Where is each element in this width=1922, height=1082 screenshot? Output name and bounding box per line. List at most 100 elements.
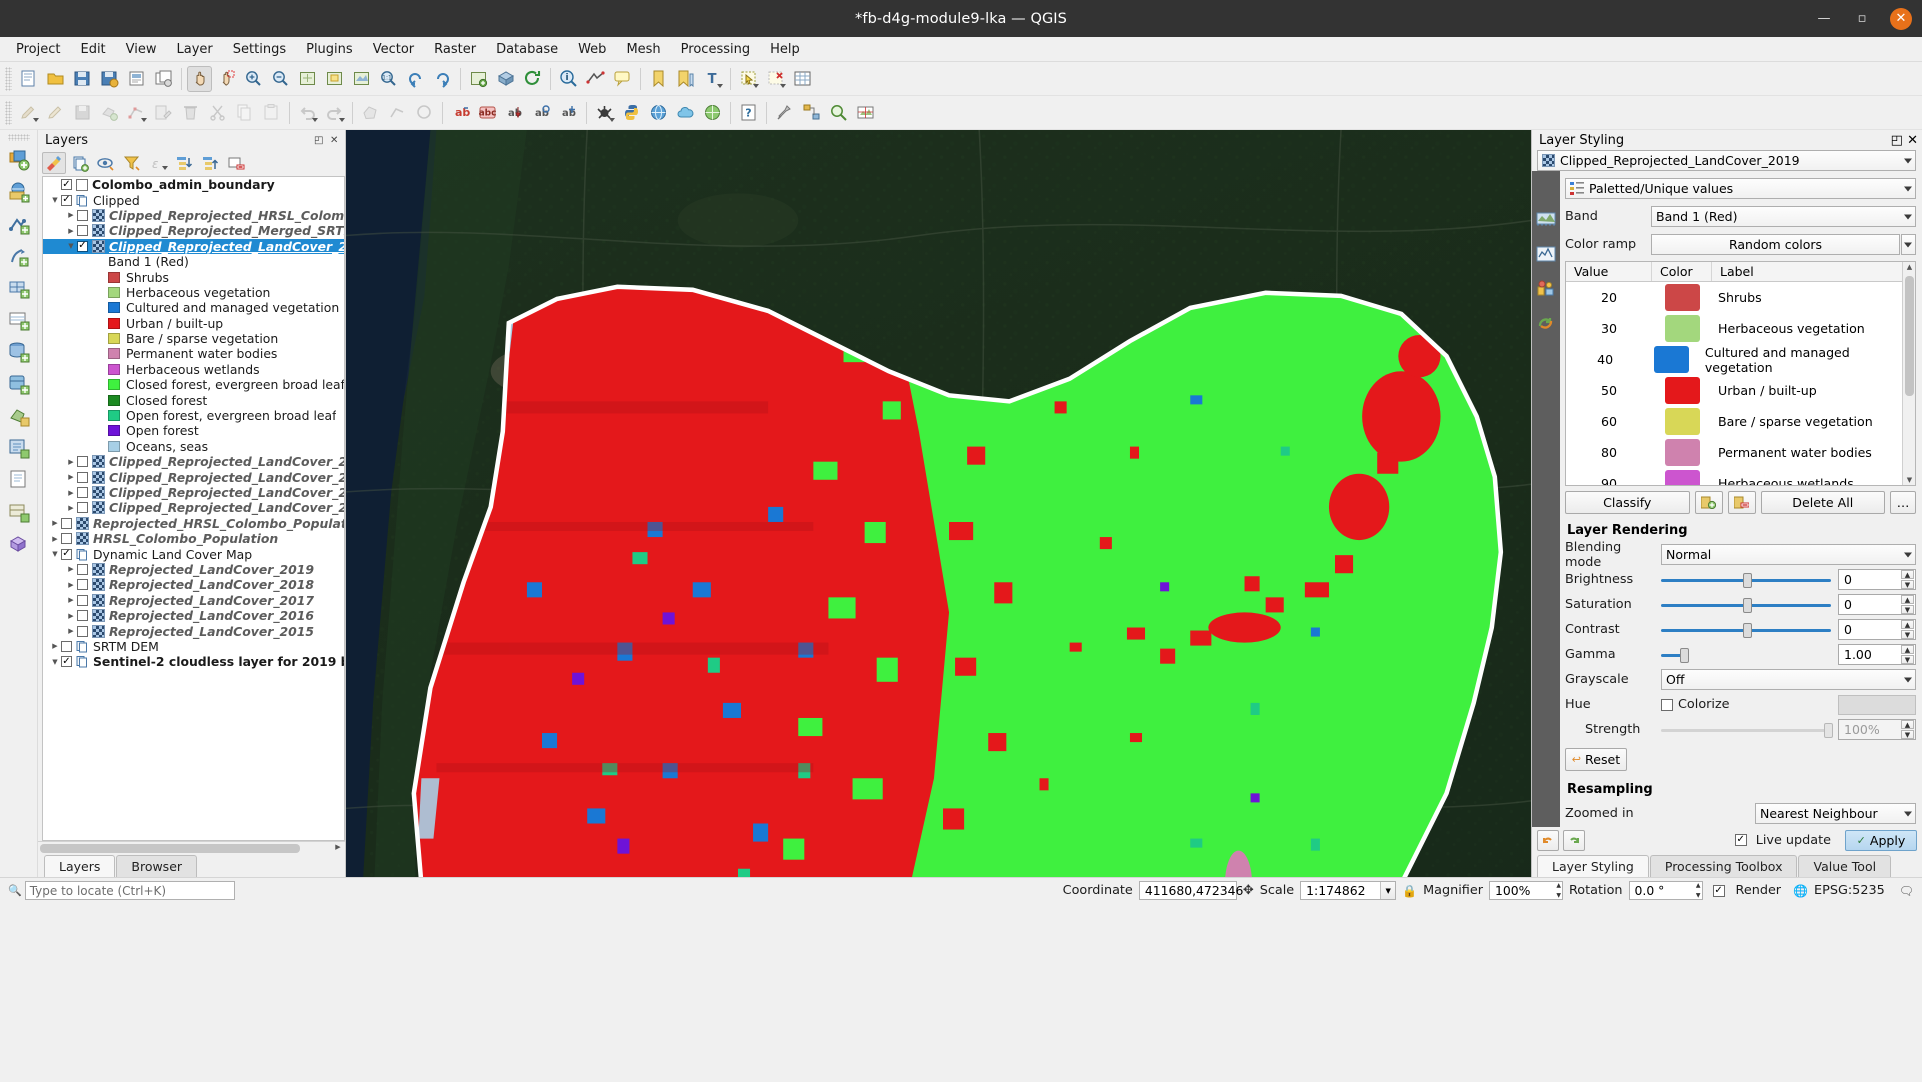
layer-tree-row[interactable]: Bare / sparse vegetation <box>43 331 344 346</box>
brightness-slider[interactable] <box>1661 571 1831 589</box>
symbology-tab-icon[interactable] <box>1535 209 1557 231</box>
pan-to-selection-icon[interactable] <box>214 66 239 92</box>
spin-down-icon[interactable]: ▼ <box>1901 655 1914 664</box>
layer-tree-row[interactable]: Clipped_Reprojected_LandCover_2015 <box>43 500 344 515</box>
new-map-view-icon[interactable] <box>466 66 491 92</box>
filter-legend-expression-icon[interactable]: ε <box>146 152 170 174</box>
layer-visibility-checkbox[interactable]: ✓ <box>61 656 72 668</box>
new-virtual-layer-icon[interactable] <box>4 497 34 527</box>
zoom-native-icon[interactable]: 1:1 <box>376 66 401 92</box>
float-panel-icon[interactable]: ◰ <box>1891 133 1903 148</box>
layer-visibility-checkbox[interactable] <box>77 625 88 637</box>
close-panel-icon[interactable]: ✕ <box>330 135 341 146</box>
class-color-cell[interactable] <box>1652 315 1712 342</box>
layer-tree-row[interactable]: ✓ Clipped_Reprojected_LandCover_2019 <box>43 238 344 254</box>
histogram-tab-icon[interactable] <box>1535 243 1557 265</box>
lock-scale-icon[interactable]: 🔒 <box>1402 884 1417 898</box>
metasearch-icon[interactable] <box>700 100 725 126</box>
highlight-labels-icon[interactable]: abc <box>475 100 500 126</box>
class-color-swatch[interactable] <box>1654 346 1690 373</box>
search-processing-icon[interactable] <box>826 100 851 126</box>
new-geopackage-layer-icon[interactable] <box>4 433 34 463</box>
expand-icon[interactable] <box>49 642 61 650</box>
map-canvas[interactable] <box>346 130 1531 877</box>
layer-tree-row[interactable]: Permanent water bodies <box>43 346 344 361</box>
strength-slider[interactable] <box>1661 721 1834 739</box>
move-label-icon[interactable]: ab <box>556 100 581 126</box>
coordinate-value[interactable]: 411680,472346 <box>1138 881 1243 900</box>
spin-up-icon[interactable]: ▲ <box>1901 620 1914 629</box>
styling-layer-combo[interactable]: Clipped_Reprojected_LandCover_2019 <box>1537 150 1916 171</box>
locate-bar[interactable]: 🔍 Type to locate (Ctrl+K) <box>8 881 235 900</box>
processing-toolbox-icon[interactable] <box>772 100 797 126</box>
layer-tree-row[interactable]: ✓ Dynamic Land Cover Map <box>43 546 344 562</box>
add-postgis-layer-icon[interactable] <box>4 337 34 367</box>
class-label[interactable]: Shrubs <box>1712 290 1762 305</box>
class-value[interactable]: 50 <box>1566 383 1652 398</box>
spin-up-icon[interactable]: ▲ <box>1901 595 1914 604</box>
layer-visibility-checkbox[interactable] <box>77 456 88 468</box>
style-undo-button[interactable] <box>1537 829 1559 851</box>
gamma-spinbox[interactable]: 1.00 ▲ ▼ <box>1838 644 1916 665</box>
show-map-tips-icon[interactable] <box>610 66 635 92</box>
class-color-swatch[interactable] <box>1664 315 1700 342</box>
toolbar-grip[interactable] <box>7 134 30 141</box>
vertex-tool-icon[interactable] <box>124 100 149 126</box>
layer-visibility-checkbox[interactable] <box>61 517 72 529</box>
add-spatialite-layer-icon[interactable] <box>4 369 34 399</box>
color-class-row[interactable]: 60 Bare / sparse vegetation <box>1566 406 1902 437</box>
crs-value[interactable]: EPSG:5235 <box>1814 883 1885 898</box>
tab-processing-toolbox[interactable]: Processing Toolbox <box>1649 855 1798 877</box>
add-wms-layer-icon[interactable] <box>4 305 34 335</box>
class-label[interactable]: Herbaceous vegetation <box>1712 321 1865 336</box>
menu-item-plugins[interactable]: Plugins <box>296 39 363 60</box>
collapse-all-icon[interactable] <box>198 152 222 174</box>
spin-up-icon[interactable]: ▲ <box>1901 570 1914 579</box>
transparency-tab-icon[interactable] <box>1535 277 1557 299</box>
layer-visibility-checkbox[interactable] <box>61 533 72 545</box>
remove-layer-icon[interactable] <box>224 152 248 174</box>
layer-tree-container[interactable]: ✓Colombo_admin_boundary✓ClippedClipped_R… <box>42 176 345 841</box>
colorize-checkbox[interactable] <box>1661 698 1673 711</box>
save-layer-edits-icon[interactable] <box>70 100 95 126</box>
expand-icon[interactable] <box>49 519 61 527</box>
zoomed-in-combo[interactable]: Nearest Neighbour <box>1755 803 1916 824</box>
live-update-checkbox[interactable]: ✓ <box>1734 834 1747 846</box>
layer-tree[interactable]: ✓Colombo_admin_boundary✓ClippedClipped_R… <box>43 177 344 840</box>
close-panel-icon[interactable]: ✕ <box>1907 133 1918 148</box>
menu-item-help[interactable]: Help <box>760 39 810 60</box>
current-edits-icon[interactable] <box>16 100 41 126</box>
menu-item-edit[interactable]: Edit <box>70 39 115 60</box>
spin-up-icon[interactable]: ▲ <box>1696 882 1701 889</box>
maximize-button[interactable]: ▫ <box>1852 9 1872 29</box>
layer-tree-row[interactable]: Band 1 (Red) <box>43 254 344 269</box>
layer-tree-row[interactable]: Open forest, evergreen broad leaf <box>43 408 344 423</box>
band-combo[interactable]: Band 1 (Red) <box>1651 206 1916 227</box>
georeferencer-icon[interactable] <box>853 100 878 126</box>
show-bookmarks-icon[interactable] <box>673 66 698 92</box>
zoom-layer-icon[interactable] <box>349 66 374 92</box>
spin-up-icon[interactable]: ▲ <box>1901 720 1914 729</box>
new-geopackage-icon[interactable] <box>4 465 34 495</box>
layer-tree-row[interactable]: ✓ Sentinel-2 cloudless layer for 2019 by … <box>43 654 344 669</box>
tab-layers[interactable]: Layers <box>44 855 116 877</box>
chevron-down-icon[interactable] <box>1904 242 1912 247</box>
menu-item-settings[interactable]: Settings <box>223 39 296 60</box>
class-color-swatch[interactable] <box>1664 408 1700 435</box>
add-class-button[interactable] <box>1694 491 1723 514</box>
layer-visibility-checkbox[interactable] <box>77 594 88 606</box>
new-print-layout-icon[interactable] <box>124 66 149 92</box>
layer-tree-row[interactable]: Reprojected_LandCover_2015 <box>43 623 344 639</box>
color-class-row[interactable]: 90 Herbaceous wetlands <box>1566 468 1902 485</box>
chevron-down-icon[interactable]: ▼ <box>1380 882 1396 899</box>
refresh-icon[interactable] <box>520 66 545 92</box>
layer-visibility-checkbox[interactable]: ✓ <box>61 179 72 191</box>
graphical-modeler-icon[interactable] <box>799 100 824 126</box>
layer-tree-row[interactable]: Clipped_Reprojected_LandCover_2016 <box>43 485 344 500</box>
class-color-swatch[interactable] <box>1664 470 1700 485</box>
scroll-thumb[interactable] <box>1905 276 1914 396</box>
layer-visibility-checkbox[interactable] <box>77 610 88 622</box>
table-body[interactable]: 20 Shrubs 30 Herbaceous vegetation 40 Culture… <box>1566 282 1902 485</box>
measure-line-icon[interactable] <box>583 66 608 92</box>
tab-browser[interactable]: Browser <box>116 855 198 877</box>
